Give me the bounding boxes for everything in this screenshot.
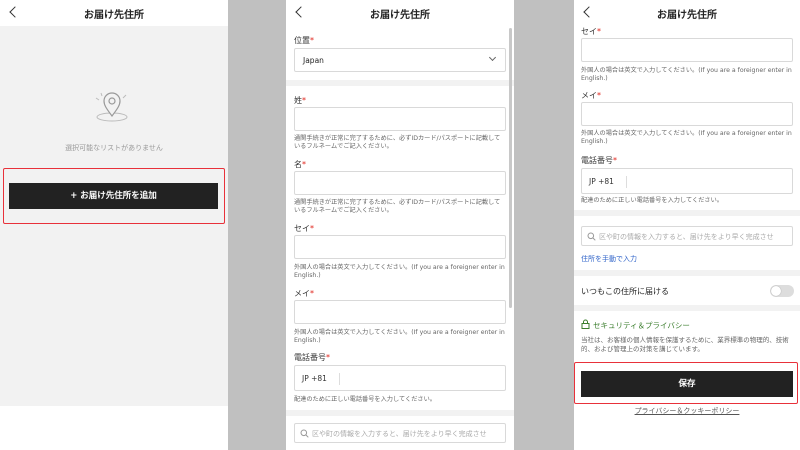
sei-input[interactable]: [294, 107, 506, 131]
page-title: お届け先住所: [370, 10, 430, 21]
save-button[interactable]: 保存: [581, 371, 793, 397]
phone-hint: 配達のために正しい電話番号を入力してください。: [294, 396, 436, 403]
address-form-screen-top: お届け先住所 位置* Japan 姓* 通関手続きが正常に完了するために、必ずI…: [286, 0, 514, 450]
section-divider: [286, 80, 514, 86]
phone-label: 電話番号*: [294, 353, 330, 362]
phone-prefix-divider: [626, 176, 627, 188]
header: お届け先住所: [574, 0, 800, 26]
phone-hint: 配達のために正しい電話番号を入力してください。: [581, 197, 723, 204]
screenshot-stage: お届け先住所 選択可能なリストがありません + お届け先住所を追加 お届け先住所…: [0, 0, 800, 450]
location-select[interactable]: Japan: [294, 48, 506, 72]
phone-label: 電話番号*: [581, 156, 617, 165]
empty-address-screen: お届け先住所 選択可能なリストがありません + お届け先住所を追加: [0, 0, 228, 450]
address-search-input[interactable]: 区や町の情報を入力すると、届け先をより早く完成させ: [581, 226, 793, 246]
chevron-down-icon: [488, 53, 497, 62]
section-divider: [574, 210, 800, 216]
add-address-button[interactable]: + お届け先住所を追加: [9, 183, 218, 209]
manual-address-link[interactable]: 住所を手動で入力: [581, 254, 637, 264]
section-divider: [574, 305, 800, 311]
mei-kana-label: メイ*: [581, 91, 601, 100]
separator: [228, 0, 286, 450]
default-address-label: いつもこの住所に届ける: [581, 287, 669, 296]
search-icon: [300, 429, 309, 438]
empty-state-text: 選択可能なリストがありません: [65, 144, 163, 152]
location-value: Japan: [303, 56, 324, 65]
mei-hint: 通関手続きが正常に完了するために、必ずIDカード/パスポートに記載しているフルネ…: [294, 199, 501, 215]
mei-kana-input[interactable]: [581, 102, 793, 126]
scrollbar[interactable]: [509, 28, 512, 308]
mei-kana-label: メイ*: [294, 289, 314, 298]
mei-label: 名*: [294, 160, 306, 169]
sei-kana-hint: 外国人の場合は英文で入力してください。(If you are a foreign…: [581, 67, 792, 83]
address-form-screen-bottom: お届け先住所 セイ* 外国人の場合は英文で入力してください。(If you ar…: [574, 0, 800, 450]
separator: [514, 0, 574, 450]
mei-kana-hint: 外国人の場合は英文で入力してください。(If you are a foreign…: [294, 329, 505, 345]
search-icon: [587, 232, 596, 241]
security-text: 当社は、お客様の個人情報を保護するために、業界標準の物理的、技術的、および管理上…: [581, 336, 789, 353]
address-search-input[interactable]: 区や町の情報を入力すると、届け先をより早く完成させ: [294, 423, 506, 443]
phone-country-code[interactable]: JP +81: [302, 374, 327, 383]
page-title: お届け先住所: [84, 10, 144, 21]
sei-label: 姓*: [294, 96, 306, 105]
sei-hint: 通関手続きが正常に完了するために、必ずIDカード/パスポートに記載しているフルネ…: [294, 135, 501, 151]
default-address-toggle[interactable]: [770, 285, 794, 297]
location-pin-icon: [95, 92, 128, 122]
search-placeholder: 区や町の情報を入力すると、届け先をより早く完成させ: [312, 430, 487, 438]
sei-kana-label: セイ*: [581, 27, 601, 36]
sei-kana-input[interactable]: [581, 38, 793, 62]
lock-icon: [581, 319, 590, 329]
section-divider: [574, 270, 800, 276]
mei-kana-hint: 外国人の場合は英文で入力してください。(If you are a foreign…: [581, 130, 792, 146]
location-label: 位置*: [294, 36, 314, 45]
mei-input[interactable]: [294, 171, 506, 195]
sei-kana-hint: 外国人の場合は英文で入力してください。(If you are a foreign…: [294, 264, 505, 280]
header: お届け先住所: [0, 0, 228, 26]
header: お届け先住所: [286, 0, 514, 26]
phone-input[interactable]: JP +81: [581, 168, 793, 194]
sei-kana-input[interactable]: [294, 235, 506, 259]
toggle-knob: [771, 286, 781, 296]
security-title[interactable]: セキュリティ＆プライバシー: [593, 320, 690, 331]
search-placeholder: 区や町の情報を入力すると、届け先をより早く完成させ: [599, 233, 774, 241]
mei-kana-input[interactable]: [294, 300, 506, 324]
sei-kana-label: セイ*: [294, 224, 314, 233]
phone-input[interactable]: JP +81: [294, 365, 506, 391]
page-title: お届け先住所: [657, 10, 717, 21]
phone-prefix-divider: [339, 373, 340, 385]
section-divider: [286, 410, 514, 416]
phone-country-code[interactable]: JP +81: [589, 177, 614, 186]
privacy-policy-link[interactable]: プライバシー＆クッキーポリシー: [574, 406, 800, 416]
